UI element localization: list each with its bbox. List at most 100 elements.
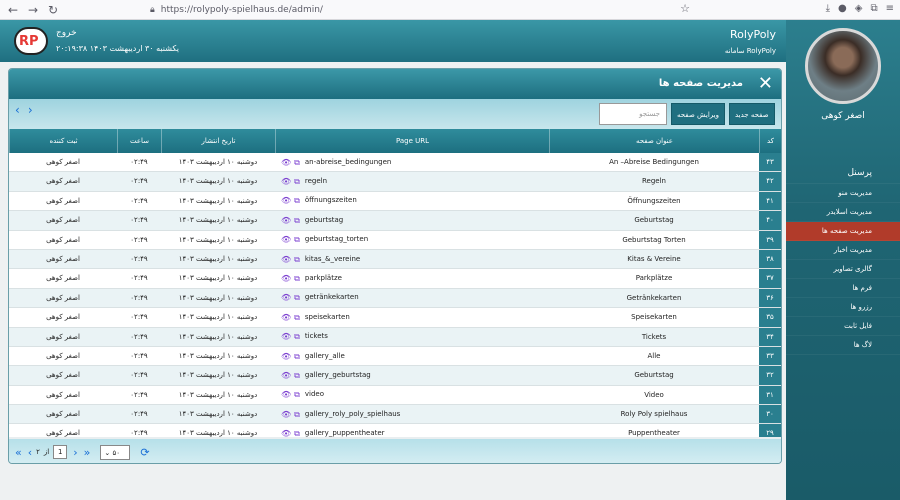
shield-icon[interactable]: ◈ <box>855 3 863 14</box>
table-row[interactable]: اصغر کوهی ۰۲:۴۹ دوشنبه ۱۰ اردیبهشت ۱۴۰۳ 👁︎ ⧉… <box>9 346 781 367</box>
sidebar-item-logs[interactable]: لاگ ها <box>786 336 900 355</box>
table-row[interactable]: اصغر کوهی ۰۲:۴۹ دوشنبه ۱۰ اردیبهشت ۱۴۰۳ 👁︎ ⧉… <box>9 211 781 231</box>
copy-icon[interactable]: ⧉ <box>294 289 300 307</box>
logout-link[interactable]: خروج <box>56 28 77 38</box>
copy-icon[interactable]: ⧉ <box>294 269 300 287</box>
table-row[interactable]: اصغر کوهی ۰۲:۴۹ دوشنبه ۱۰ اردیبهشت ۱۴۰۳ 👁︎ ⧉… <box>9 385 781 406</box>
last-page-icon[interactable]: » <box>84 446 91 459</box>
sidebar-item-news[interactable]: مدیریت اخبار <box>786 241 900 260</box>
eye-icon[interactable]: 👁︎ <box>281 250 291 268</box>
registered-by-cell: اصغر کوهی <box>46 216 80 225</box>
eye-icon[interactable]: 👁︎ <box>281 269 291 287</box>
eye-icon[interactable]: 👁︎ <box>281 172 291 190</box>
table-row[interactable]: اصغر کوهی ۰۲:۴۹ دوشنبه ۱۰ اردیبهشت ۱۴۰۳ 👁︎ ⧉… <box>9 172 781 192</box>
copy-icon[interactable]: ⧉ <box>294 328 300 346</box>
sidebar-item-menu[interactable]: مدیریت منو <box>786 184 900 203</box>
page-title-cell: Öffnungszeiten <box>627 196 681 205</box>
eye-icon[interactable]: 👁︎ <box>281 366 291 384</box>
table-row[interactable]: اصغر کوهی ۰۲:۴۹ دوشنبه ۱۰ اردیبهشت ۱۴۰۳ 👁︎ ⧉… <box>9 153 781 173</box>
sidebar-menu: پرسنل مدیریت منو مدیریت اسلایدر مدیریت ص… <box>786 162 900 355</box>
copy-icon[interactable]: ⧉ <box>294 308 300 326</box>
sidebar-item-gallery[interactable]: گالری تصاویر <box>786 260 900 279</box>
copy-icon[interactable]: ⧉ <box>294 405 300 423</box>
table-row[interactable]: اصغر کوهی ۰۲:۴۹ دوشنبه ۱۰ اردیبهشت ۱۴۰۳ 👁︎ ⧉… <box>9 191 781 212</box>
extension-icon[interactable]: ● <box>838 3 847 14</box>
sidebar-item-static-files[interactable]: فایل ثابت <box>786 317 900 336</box>
sidebar-item-reservations[interactable]: رزرو ها <box>786 298 900 317</box>
back-icon[interactable]: ← <box>6 3 20 17</box>
eye-icon[interactable]: 👁︎ <box>281 153 291 171</box>
table-row[interactable]: اصغر کوهی ۰۲:۴۹ دوشنبه ۱۰ اردیبهشت ۱۴۰۳ 👁︎ ⧉… <box>9 366 781 386</box>
url-cell: 👁︎ ⧉ parkplätze <box>275 269 549 287</box>
url-cell: 👁︎ ⧉ video <box>275 386 549 404</box>
page-number-input[interactable]: 1 <box>53 445 68 459</box>
address-bar[interactable]: 🔒︎ https://rolypoly-spielhaus.de/admin/ … <box>150 2 690 18</box>
time-cell: ۰۲:۴۹ <box>130 235 148 244</box>
first-page-icon[interactable]: « <box>15 446 22 459</box>
total-pages: ۲ <box>36 448 40 456</box>
table-row[interactable]: اصغر کوهی ۰۲:۴۹ دوشنبه ۱۰ اردیبهشت ۱۴۰۳ 👁︎ ⧉… <box>9 269 781 289</box>
table-row[interactable]: اصغر کوهی ۰۲:۴۹ دوشنبه ۱۰ اردیبهشت ۱۴۰۳ 👁︎ ⧉… <box>9 230 781 250</box>
reload-icon[interactable]: ↻ <box>46 3 60 17</box>
col-header-title[interactable]: عنوان صفحه <box>549 129 759 153</box>
forward-icon[interactable]: → <box>26 3 40 17</box>
sidebar-item-forms[interactable]: فرم ها <box>786 279 900 298</box>
sidebar-item-slider[interactable]: مدیریت اسلایدر <box>786 203 900 222</box>
copy-icon[interactable]: ⧉ <box>294 347 300 365</box>
chevron-left-icon[interactable]: ‹ <box>15 103 20 117</box>
eye-icon[interactable]: 👁︎ <box>281 289 291 307</box>
refresh-icon[interactable]: ⟳ <box>140 446 149 459</box>
menu-icon[interactable]: ≡ <box>886 3 894 14</box>
col-header-code[interactable]: کد <box>759 129 781 153</box>
edit-page-button[interactable]: ویرایش صفحه <box>671 103 725 125</box>
eye-icon[interactable]: 👁︎ <box>281 347 291 365</box>
col-header-time[interactable]: ساعت <box>117 129 161 153</box>
table-row[interactable]: اصغر کوهی ۰۲:۴۹ دوشنبه ۱۰ اردیبهشت ۱۴۰۳ 👁︎ ⧉… <box>9 327 781 347</box>
eye-icon[interactable]: 👁︎ <box>281 424 291 437</box>
sidebar-item-personnel[interactable]: پرسنل <box>786 162 900 184</box>
url-cell: 👁︎ ⧉ gallery_alle <box>275 347 549 365</box>
next-page-icon[interactable]: › <box>73 446 77 459</box>
copy-icon[interactable]: ⧉ <box>294 192 300 210</box>
eye-icon[interactable]: 👁︎ <box>281 328 291 346</box>
date-cell: دوشنبه ۱۰ اردیبهشت ۱۴۰۳ <box>178 254 258 263</box>
table-row[interactable]: اصغر کوهی ۰۲:۴۹ دوشنبه ۱۰ اردیبهشت ۱۴۰۳ 👁︎ ⧉… <box>9 405 781 425</box>
registered-by-cell: اصغر کوهی <box>46 410 80 419</box>
chevron-right-icon[interactable]: › <box>28 103 33 117</box>
new-page-button[interactable]: صفحه جدید <box>729 103 775 125</box>
download-icon[interactable]: ⤓ <box>826 3 830 14</box>
eye-icon[interactable]: 👁︎ <box>281 211 291 229</box>
table-row[interactable]: اصغر کوهی ۰۲:۴۹ دوشنبه ۱۰ اردیبهشت ۱۴۰۳ 👁︎ ⧉… <box>9 249 781 270</box>
copy-icon[interactable]: ⧉ <box>294 153 300 171</box>
copy-icon[interactable]: ⧉ <box>294 366 300 384</box>
search-input[interactable]: جستجو <box>599 103 667 125</box>
copy-icon[interactable]: ⧉ <box>294 211 300 229</box>
code-cell: ۴۲ <box>759 172 781 191</box>
date-cell: دوشنبه ۱۰ اردیبهشت ۱۴۰۳ <box>178 429 258 437</box>
table-row[interactable]: اصغر کوهی ۰۲:۴۹ دوشنبه ۱۰ اردیبهشت ۱۴۰۳ 👁︎ ⧉… <box>9 288 781 309</box>
eye-icon[interactable]: 👁︎ <box>281 386 291 404</box>
page-size-select[interactable]: ⌄ ۵۰ <box>100 444 131 460</box>
eye-icon[interactable]: 👁︎ <box>281 192 291 210</box>
col-header-url[interactable]: Page URL <box>275 129 549 153</box>
copy-icon[interactable]: ⧉ <box>294 386 300 404</box>
bookmark-star-icon[interactable]: ☆ <box>680 2 690 15</box>
eye-icon[interactable]: 👁︎ <box>281 231 291 249</box>
eye-icon[interactable]: 👁︎ <box>281 308 291 326</box>
col-header-registered-by[interactable]: ثبت کننده <box>9 129 117 153</box>
eye-icon[interactable]: 👁︎ <box>281 405 291 423</box>
copy-icon[interactable]: ⧉ <box>294 231 300 249</box>
table-row[interactable]: اصغر کوهی ۰۲:۴۹ دوشنبه ۱۰ اردیبهشت ۱۴۰۳ 👁︎ ⧉… <box>9 424 781 437</box>
close-icon[interactable]: ✕ <box>758 73 773 94</box>
prev-page-icon[interactable]: ‹ <box>28 446 32 459</box>
copy-icon[interactable]: ⧉ <box>294 424 300 437</box>
copy-icon[interactable]: ⧉ <box>294 250 300 268</box>
sidebar-item-pages[interactable]: مدیریت صفحه ها <box>786 222 900 241</box>
table-header: ثبت کننده ساعت تاریخ انتشار Page URL عنو… <box>9 129 781 153</box>
date-cell: دوشنبه ۱۰ اردیبهشت ۱۴۰۳ <box>178 216 258 225</box>
col-header-date[interactable]: تاریخ انتشار <box>161 129 275 153</box>
table-row[interactable]: اصغر کوهی ۰۲:۴۹ دوشنبه ۱۰ اردیبهشت ۱۴۰۳ 👁︎ ⧉… <box>9 308 781 328</box>
puzzle-icon[interactable]: ⧉ <box>870 3 877 14</box>
page-url-text: gallery_alle <box>304 351 345 360</box>
copy-icon[interactable]: ⧉ <box>294 172 300 190</box>
